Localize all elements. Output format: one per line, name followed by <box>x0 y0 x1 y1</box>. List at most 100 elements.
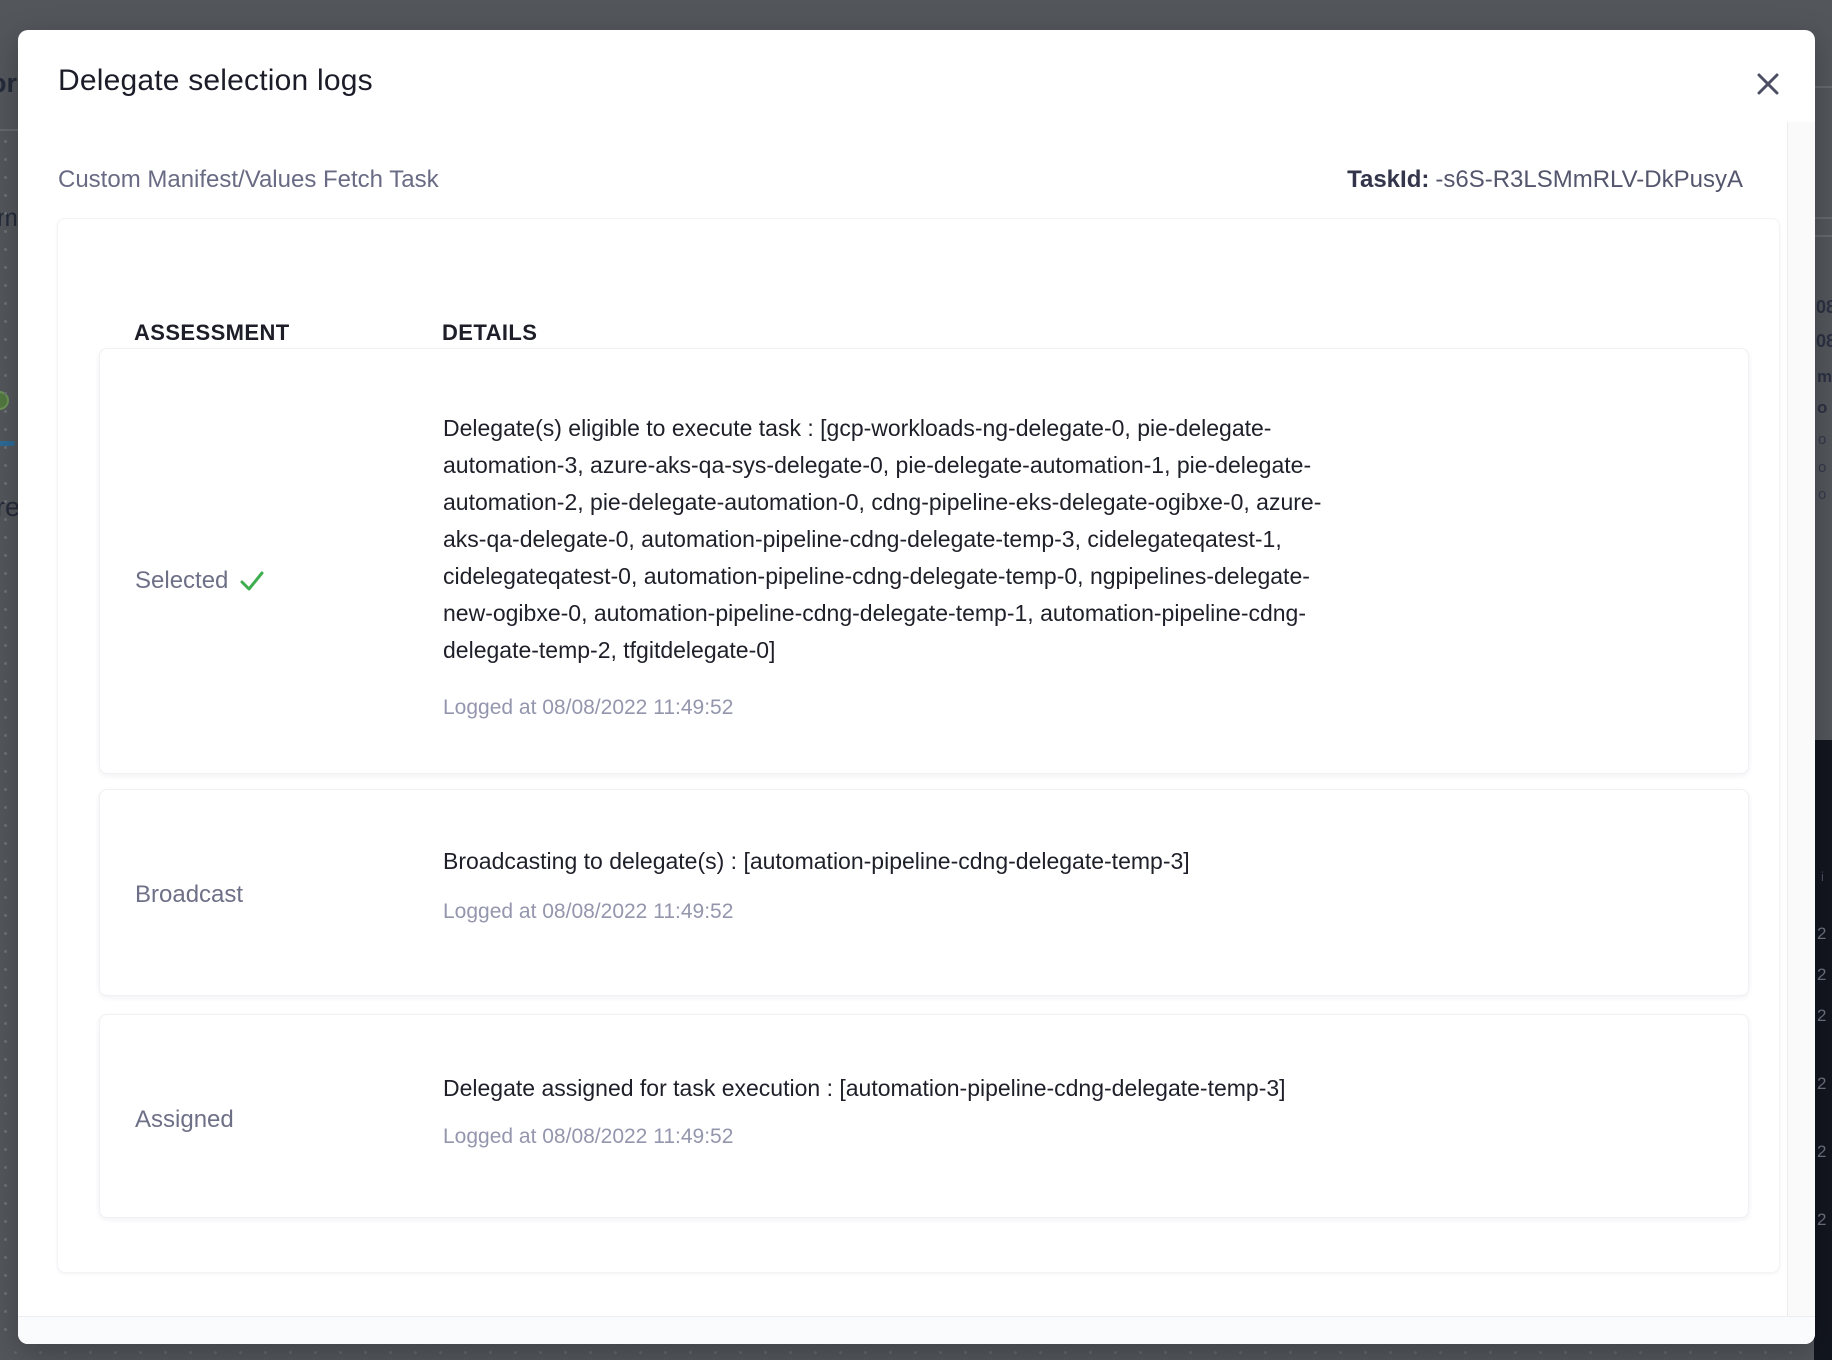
background-dot <box>664 1351 667 1354</box>
background-dot <box>1714 1351 1717 1354</box>
background-dot <box>4 140 7 143</box>
background-dot <box>4 1094 7 1097</box>
background-dot <box>1364 1351 1367 1354</box>
background-dot <box>4 950 7 953</box>
background-text-fragment: m <box>0 206 18 231</box>
background-dot <box>1114 1351 1117 1354</box>
background-dot <box>1539 1351 1542 1354</box>
background-text-fragment: 08 <box>1816 298 1832 316</box>
background-connector-line <box>0 441 15 446</box>
background-dot <box>1289 1351 1292 1354</box>
background-dot <box>4 932 7 935</box>
background-dot <box>414 1351 417 1354</box>
background-dot <box>1214 1351 1217 1354</box>
background-dot <box>739 1351 742 1354</box>
background-dot <box>4 410 7 413</box>
assessment-text: Broadcast <box>135 881 243 909</box>
background-text-fragment: o <box>1818 487 1826 502</box>
screen: ormre0808mooooi222222 Delegate selection… <box>0 0 1832 1360</box>
background-dot <box>1664 1351 1667 1354</box>
background-dot <box>339 1351 342 1354</box>
background-dot <box>1414 1351 1417 1354</box>
background-dot <box>4 1058 7 1061</box>
background-dot <box>4 860 7 863</box>
background-dot <box>4 1238 7 1241</box>
background-dot <box>4 446 7 449</box>
background-dot <box>714 1351 717 1354</box>
close-button[interactable] <box>1750 66 1786 102</box>
background-dot <box>4 230 7 233</box>
background-dot <box>4 536 7 539</box>
background-dot <box>464 1351 467 1354</box>
task-id-label: TaskId: <box>1347 166 1429 193</box>
background-dot <box>989 1351 992 1354</box>
background-text-fragment: o <box>1818 432 1826 447</box>
details-text: Delegate(s) eligible to execute task : [… <box>443 410 1563 669</box>
background-dot <box>4 554 7 557</box>
background-dot <box>4 1274 7 1277</box>
background-dot <box>1339 1351 1342 1354</box>
background-console-panel <box>1814 740 1832 1360</box>
details-text: Delegate assigned for task execution : [… <box>443 1074 1563 1102</box>
background-dot <box>1239 1351 1242 1354</box>
background-dot <box>4 608 7 611</box>
background-dot <box>4 752 7 755</box>
dialog-footer <box>18 1316 1815 1344</box>
background-dot <box>1564 1351 1567 1354</box>
background-dot <box>4 1328 7 1331</box>
background-text-fragment: 2 <box>1817 1143 1826 1160</box>
background-dot <box>4 806 7 809</box>
background-dot <box>4 1022 7 1025</box>
scrollbar-track[interactable] <box>1787 122 1815 1316</box>
background-dot <box>889 1351 892 1354</box>
background-dot <box>4 842 7 845</box>
background-dot <box>4 986 7 989</box>
background-dot <box>4 176 7 179</box>
background-dot <box>4 770 7 773</box>
background-dot <box>4 320 7 323</box>
background-dot <box>4 158 7 161</box>
assessment-text: Selected <box>135 567 228 595</box>
background-dot <box>639 1351 642 1354</box>
background-dot <box>4 644 7 647</box>
background-text-fragment: 2 <box>1817 966 1826 983</box>
close-icon <box>1754 70 1782 98</box>
background-dot <box>4 356 7 359</box>
logged-timestamp: Logged at 08/08/2022 11:49:52 <box>443 1125 733 1149</box>
background-divider <box>1814 86 1832 88</box>
background-dot <box>789 1351 792 1354</box>
background-dot <box>64 1351 67 1354</box>
table-row-selected: Selected Delegate(s) eligible to execute… <box>99 348 1749 774</box>
background-dot <box>689 1351 692 1354</box>
background-dot <box>1164 1351 1167 1354</box>
background-dot <box>1014 1351 1017 1354</box>
background-divider <box>1814 235 1832 237</box>
background-dot <box>4 572 7 575</box>
background-dot <box>4 1004 7 1007</box>
background-dot <box>4 212 7 215</box>
background-text-fragment: 2 <box>1817 925 1826 942</box>
background-dot <box>1264 1351 1267 1354</box>
background-dot <box>4 914 7 917</box>
background-dot <box>4 1310 7 1313</box>
background-dot <box>4 392 7 395</box>
background-dot <box>4 734 7 737</box>
background-dot <box>189 1351 192 1354</box>
background-dot <box>4 518 7 521</box>
background-dot <box>289 1351 292 1354</box>
background-text-fragment: 2 <box>1817 1075 1826 1092</box>
background-dot <box>4 896 7 899</box>
background-dot <box>364 1351 367 1354</box>
background-dot <box>264 1351 267 1354</box>
background-dot <box>1139 1351 1142 1354</box>
background-dot <box>4 1202 7 1205</box>
background-dot <box>1489 1351 1492 1354</box>
background-dot <box>214 1351 217 1354</box>
background-dot <box>4 1040 7 1043</box>
background-dot <box>4 1220 7 1223</box>
background-dot <box>4 1292 7 1295</box>
column-header-assessment: ASSESSMENT <box>134 320 290 346</box>
background-dot <box>4 266 7 269</box>
background-dot <box>4 464 7 467</box>
background-dot <box>4 1256 7 1259</box>
